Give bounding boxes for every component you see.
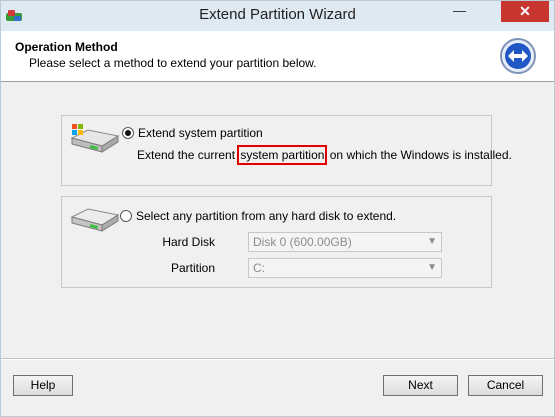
wizard-window: Extend Partition Wizard — ✕ Operation Me… xyxy=(0,0,555,417)
footer-divider xyxy=(1,358,554,360)
extend-system-radio[interactable] xyxy=(122,127,134,139)
title-bar[interactable]: Extend Partition Wizard — ✕ xyxy=(1,1,554,31)
highlighted-term: system partition xyxy=(237,145,328,165)
select-any-group: Select any partition from any hard disk … xyxy=(61,196,492,288)
hard-disk-value: Disk 0 (600.00GB) xyxy=(253,235,352,249)
extend-system-label[interactable]: Extend system partition xyxy=(138,126,263,140)
help-button[interactable]: Help xyxy=(13,375,73,396)
hard-disk-icon xyxy=(70,208,120,232)
extend-system-description: Extend the current system partition on w… xyxy=(137,145,512,165)
hard-disk-select[interactable]: Disk 0 (600.00GB) ▼ xyxy=(248,232,442,252)
chevron-down-icon: ▼ xyxy=(427,236,437,247)
wizard-header: Operation Method Please select a method … xyxy=(1,31,554,82)
close-button[interactable]: ✕ xyxy=(501,1,549,22)
extend-system-group: Extend system partition Extend the curre… xyxy=(61,115,512,186)
chevron-down-icon: ▼ xyxy=(427,262,437,273)
minimize-button[interactable]: — xyxy=(446,1,473,22)
select-any-radio[interactable] xyxy=(120,210,132,222)
description-suffix: on which the Windows is installed. xyxy=(326,148,512,162)
partition-label: Partition xyxy=(170,261,215,275)
partition-select[interactable]: C: ▼ xyxy=(248,258,442,278)
page-subtitle: Please select a method to extend your pa… xyxy=(29,56,317,70)
partition-value: C: xyxy=(253,261,265,275)
page-title: Operation Method xyxy=(15,40,118,54)
hard-disk-label: Hard Disk xyxy=(162,235,215,249)
next-button[interactable]: Next xyxy=(383,375,458,396)
select-any-label[interactable]: Select any partition from any hard disk … xyxy=(136,209,396,223)
windows-disk-icon xyxy=(70,124,120,153)
extend-arrows-icon xyxy=(500,38,536,74)
description-prefix: Extend the current xyxy=(137,148,239,162)
cancel-button[interactable]: Cancel xyxy=(468,375,543,396)
